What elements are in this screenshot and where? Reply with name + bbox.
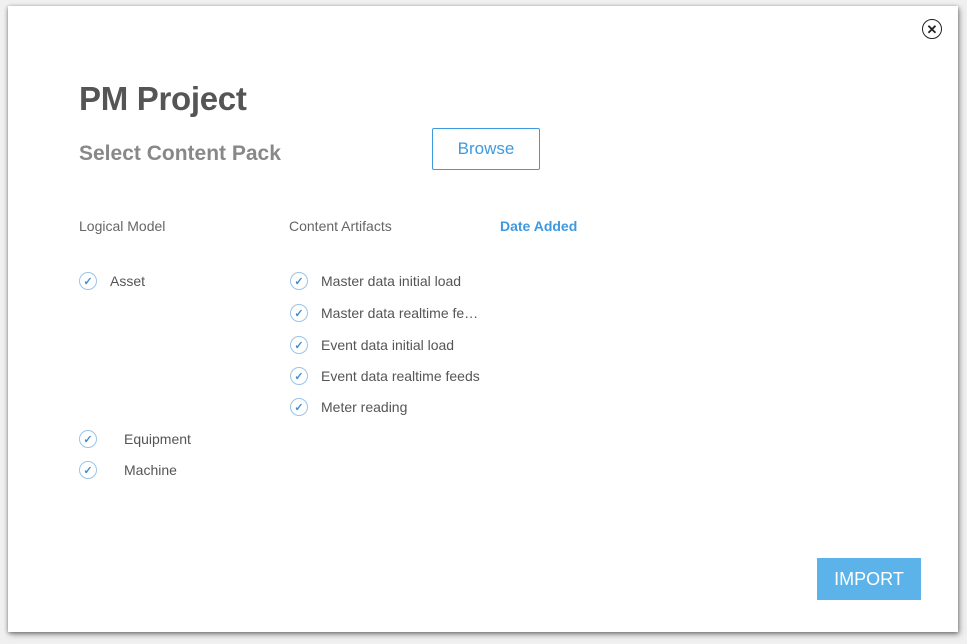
logical-item-equipment[interactable]: ✓ Equipment [79,430,191,448]
browse-button[interactable]: Browse [432,128,540,170]
content-pack-dialog: ✕ PM Project Select Content Pack Browse … [8,6,958,632]
artifact-item[interactable]: ✓ Master data realtime fe… [290,304,478,322]
check-circle-icon: ✓ [290,367,308,385]
check-circle-icon: ✓ [290,336,308,354]
logical-item-asset[interactable]: ✓ Asset [79,272,145,290]
check-circle-icon: ✓ [79,430,97,448]
artifact-item-label: Master data initial load [321,273,462,289]
import-button[interactable]: IMPORT [817,558,921,600]
logical-item-label: Asset [110,273,146,289]
content-artifacts-header: Content Artifacts [289,218,392,234]
page-title: PM Project [79,80,247,117]
logical-item-machine[interactable]: ✓ Machine [79,461,177,479]
logical-model-header: Logical Model [79,218,166,234]
check-circle-icon: ✓ [79,272,97,290]
artifact-item-label: Event data initial load [321,337,455,353]
check-circle-icon: ✓ [79,461,97,479]
artifact-item[interactable]: ✓ Event data initial load [290,336,454,354]
select-content-pack-heading: Select Content Pack [79,142,281,165]
artifact-item-label: Meter reading [321,399,408,415]
artifact-item[interactable]: ✓ Meter reading [290,398,407,416]
close-icon[interactable]: ✕ [922,19,942,39]
check-circle-icon: ✓ [290,304,308,322]
artifact-item[interactable]: ✓ Master data initial load [290,272,461,290]
check-circle-icon: ✓ [290,272,308,290]
artifact-item-label: Master data realtime fe… [321,305,479,321]
date-added-sort-link[interactable]: Date Added [500,218,577,234]
artifact-item-label: Event data realtime feeds [321,368,480,384]
check-circle-icon: ✓ [290,398,308,416]
artifact-item[interactable]: ✓ Event data realtime feeds [290,367,480,385]
logical-item-label: Equipment [124,431,191,447]
logical-item-label: Machine [124,462,177,478]
